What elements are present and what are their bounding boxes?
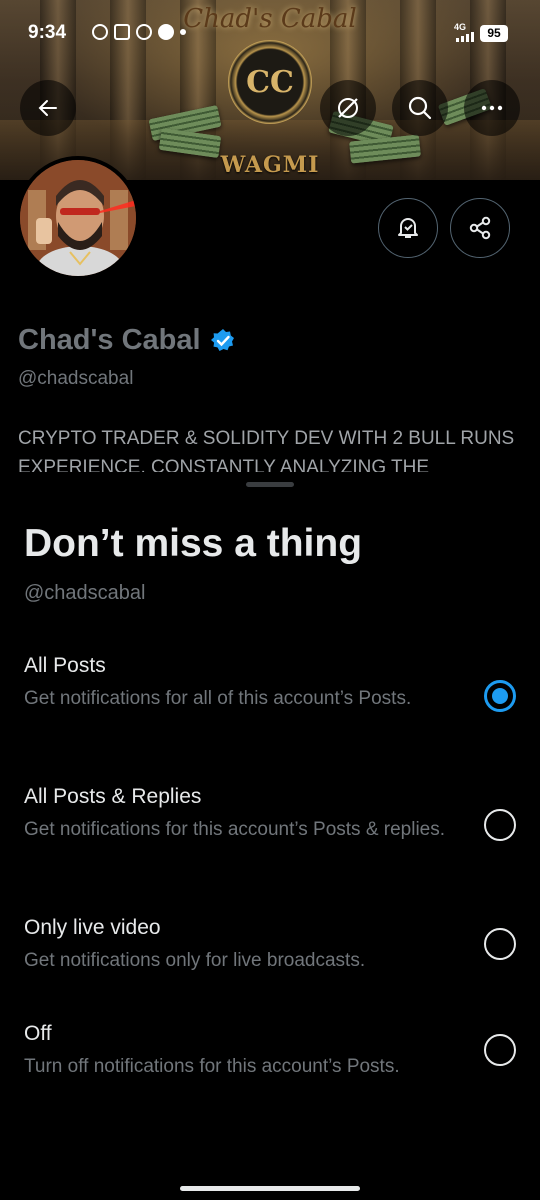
option-description: Get notifications for all of this accoun… xyxy=(24,688,412,709)
option-all-posts-replies[interactable]: All Posts & Replies Get notifications fo… xyxy=(24,785,516,842)
radio-only-live-video[interactable] xyxy=(484,928,516,960)
signal-icon: 4G xyxy=(454,22,476,42)
chat-icon xyxy=(136,24,152,40)
option-only-live-video[interactable]: Only live video Get notifications only f… xyxy=(24,916,516,973)
radio-all-posts-replies[interactable] xyxy=(484,809,516,841)
grok-button[interactable] xyxy=(320,80,376,136)
avatar[interactable] xyxy=(16,156,140,280)
home-indicator[interactable] xyxy=(180,1186,360,1191)
option-description: Get notifications only for live broadcas… xyxy=(24,950,366,971)
profile-name-text: Chad's Cabal xyxy=(18,324,201,356)
bell-check-icon xyxy=(398,218,418,238)
battery-indicator: 95 xyxy=(480,25,508,42)
option-label: Off xyxy=(24,1022,52,1045)
option-description: Get notifications for this account’s Pos… xyxy=(24,819,446,840)
b-app-icon xyxy=(158,24,174,40)
whatsapp-icon xyxy=(92,24,108,40)
option-label: All Posts & Replies xyxy=(24,785,202,808)
status-time: 9:34 xyxy=(28,22,67,43)
more-notifications-dot-icon xyxy=(180,29,186,35)
option-label: Only live video xyxy=(24,916,161,939)
square-app-icon xyxy=(114,24,130,40)
back-button[interactable] xyxy=(20,80,76,136)
sheet-drag-handle[interactable] xyxy=(246,482,294,487)
search-icon xyxy=(408,96,432,120)
profile-bio: CRYPTO TRADER & SOLIDITY DEV WITH 2 BULL… xyxy=(18,428,515,472)
notification-icons xyxy=(92,24,186,40)
status-bar: 9:34 4G 95 xyxy=(0,0,540,66)
share-icon xyxy=(469,216,491,240)
profile-handle: @chadscabal xyxy=(18,368,134,389)
verified-badge-icon[interactable] xyxy=(209,327,237,355)
notifications-button[interactable] xyxy=(378,198,438,258)
sheet-handle: @chadscabal xyxy=(24,582,146,604)
notification-settings-sheet: Don’t miss a thing @chadscabal All Posts… xyxy=(0,472,540,1200)
option-label: All Posts xyxy=(24,654,106,677)
option-off[interactable]: Off Turn off notifications for this acco… xyxy=(24,1022,516,1079)
back-arrow-icon xyxy=(38,100,57,116)
avatar-illustration xyxy=(20,160,136,276)
profile-name: Chad's Cabal xyxy=(18,324,237,357)
search-button[interactable] xyxy=(392,80,448,136)
radio-all-posts[interactable] xyxy=(484,680,516,712)
more-icon xyxy=(481,105,503,111)
radio-off[interactable] xyxy=(484,1034,516,1066)
more-button[interactable] xyxy=(464,80,520,136)
grok-icon xyxy=(338,98,358,118)
option-all-posts[interactable]: All Posts Get notifications for all of t… xyxy=(24,654,516,712)
share-button[interactable] xyxy=(450,198,510,258)
sheet-title: Don’t miss a thing xyxy=(24,522,363,565)
option-description: Turn off notifications for this account’… xyxy=(24,1056,400,1077)
network-type: 4G xyxy=(454,22,467,32)
